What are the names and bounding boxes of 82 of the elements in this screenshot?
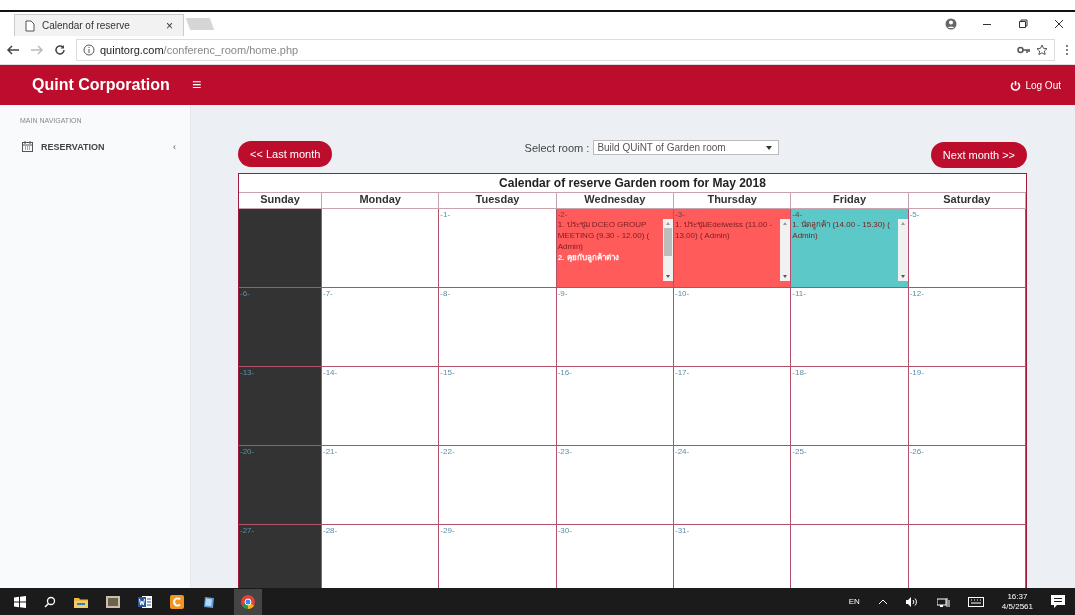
day-number: -29- — [439, 525, 456, 535]
url-text: quintorg.com/conferenc_room/home.php — [100, 44, 299, 56]
menu-icon[interactable]: ≡ — [192, 76, 202, 94]
day-number: -30- — [556, 525, 573, 535]
calendar-title: Calendar of reserve Garden room for May 2018 — [239, 174, 1026, 193]
day-number: -2- — [556, 209, 569, 219]
browser-tab[interactable]: Calendar of reserve × — [14, 14, 184, 36]
close-icon[interactable]: × — [166, 18, 173, 33]
day-number: -21- — [322, 446, 339, 456]
day-number: -15- — [439, 367, 456, 377]
day-number: -6- — [239, 288, 251, 298]
event-entry[interactable]: 1. นัดลูกค้า (14.00 - 15.30) ( Admin) — [792, 219, 897, 241]
more-icon[interactable] — [1065, 44, 1069, 56]
notification-icon[interactable] — [1051, 595, 1065, 608]
day-number: -13- — [239, 367, 256, 377]
day-number: -14- — [322, 367, 339, 377]
weekday-header: Monday — [322, 193, 440, 209]
day-number: -24- — [674, 446, 691, 456]
logout-link[interactable]: Log Out — [1010, 79, 1061, 91]
letter-app-icon[interactable] — [170, 594, 184, 609]
forward-icon — [30, 44, 44, 56]
day-number: -19- — [908, 367, 925, 377]
language-indicator[interactable]: EN — [848, 597, 860, 606]
day-number: -11- — [791, 288, 807, 298]
page-icon — [25, 19, 35, 32]
day-number: -17- — [674, 367, 691, 377]
last-month-button[interactable]: << Last month — [238, 141, 333, 167]
window-app-icon[interactable] — [106, 595, 120, 608]
event-entry[interactable]: 1. ประชุม DCEO GROUP MEETING (9.30 - 12.00) ( Admin) — [557, 219, 662, 252]
back-icon[interactable] — [6, 44, 20, 56]
info-icon — [83, 44, 95, 56]
dropdown-caret-icon — [765, 145, 772, 150]
day-number: -5- — [908, 209, 921, 219]
room-label: Select room : — [524, 141, 590, 154]
reload-icon[interactable] — [54, 44, 66, 56]
day-number: -4- — [791, 209, 804, 219]
day-number: -12- — [908, 288, 925, 298]
day-number: -9- — [556, 288, 569, 298]
day-number: -10- — [674, 288, 691, 298]
scrollbar[interactable] — [897, 219, 908, 281]
room-select[interactable]: Build QUiNT of Garden room — [593, 140, 779, 155]
brand-logo[interactable]: Quint Corporation — [0, 76, 192, 94]
chevron-up-icon[interactable] — [877, 597, 888, 606]
document-app-icon[interactable] — [138, 595, 152, 608]
key-icon[interactable] — [1017, 45, 1031, 55]
restore-icon[interactable] — [1017, 18, 1029, 30]
tablet-app-icon[interactable] — [202, 594, 216, 609]
day-number: -27- — [239, 525, 256, 535]
weekday-header: Tuesday — [439, 193, 557, 209]
keyboard-icon[interactable] — [967, 596, 984, 607]
sidebar-item[interactable]: RESERVATION ‹ — [0, 124, 190, 152]
windows-icon[interactable] — [14, 595, 26, 608]
folder-icon[interactable] — [74, 595, 88, 608]
day-number: -8- — [439, 288, 452, 298]
event-entry[interactable]: 1. ประชุมEdelweiss (11.00 - 13.00) ( Admin) — [675, 219, 780, 241]
day-number: -22- — [439, 446, 456, 456]
profile-icon[interactable] — [945, 18, 957, 30]
address-bar[interactable]: quintorg.com/conferenc_room/home.php — [76, 39, 1055, 61]
speaker-icon[interactable] — [905, 596, 919, 607]
day-number: -16- — [556, 367, 573, 377]
search-icon[interactable] — [44, 595, 56, 608]
day-number: -28- — [322, 525, 339, 535]
day-number: -7- — [322, 288, 334, 298]
scrollbar[interactable] — [663, 219, 673, 281]
close-icon[interactable] — [1053, 18, 1065, 30]
next-month-button[interactable]: Next month >> — [930, 142, 1027, 168]
star-icon[interactable] — [1036, 44, 1048, 56]
browser-app-icon[interactable] — [234, 588, 262, 615]
day-number: -26- — [908, 446, 925, 456]
weekday-header: Saturday — [908, 193, 1026, 209]
day-number: -31- — [674, 525, 691, 535]
day-number: -23- — [556, 446, 573, 456]
scrollbar[interactable] — [780, 219, 791, 281]
calendar-icon — [22, 141, 33, 152]
day-number: -1- — [439, 209, 452, 219]
day-number: -25- — [791, 446, 808, 456]
power-icon — [1010, 79, 1022, 91]
day-number: -18- — [791, 367, 808, 377]
clock[interactable]: 16:37 4/5/2561 — [1001, 591, 1033, 612]
network-icon[interactable] — [936, 596, 950, 607]
day-number: -3- — [674, 209, 686, 219]
day-number: -20- — [239, 446, 256, 456]
